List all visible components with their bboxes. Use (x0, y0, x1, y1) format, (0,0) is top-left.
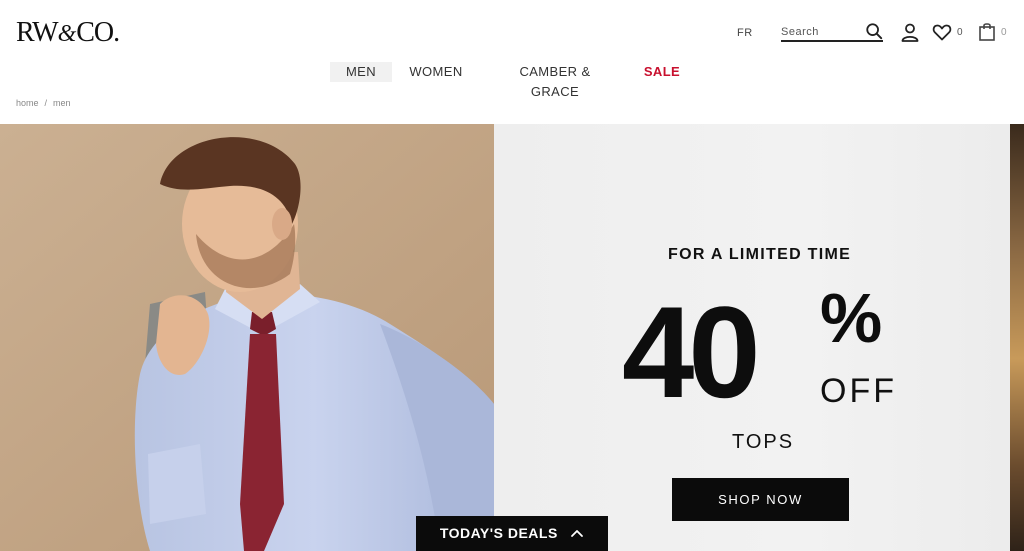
todays-deals-label: TODAY'S DEALS (439, 525, 558, 541)
promo-percent-sign: % (820, 279, 883, 357)
bag-count: 0 (1001, 27, 1007, 38)
breadcrumb-home[interactable]: home (16, 98, 39, 108)
next-slide-peek[interactable] (1010, 124, 1024, 551)
promo-category: TOPS (732, 431, 795, 453)
todays-deals-tab[interactable]: TODAY'S DEALS (416, 516, 608, 551)
logo-text-end: CO. (76, 17, 120, 48)
hero-model-image (0, 124, 494, 551)
main-nav: MEN WOMEN CAMBER & GRACE SALE (0, 62, 1024, 99)
nav-item-camber-grace[interactable]: CAMBER & GRACE (494, 62, 616, 99)
nav-item-men[interactable]: MEN (330, 62, 392, 82)
breadcrumb-separator: / (44, 98, 48, 108)
breadcrumb-men: men (53, 98, 71, 108)
promo-eyebrow: FOR A LIMITED TIME (668, 246, 852, 263)
heart-icon[interactable] (932, 22, 952, 42)
nav-item-women[interactable]: WOMEN (406, 62, 466, 82)
brand-logo[interactable]: RW&CO. (16, 17, 120, 49)
shop-now-button[interactable]: SHOP NOW (672, 478, 849, 521)
search-icon[interactable] (865, 22, 883, 40)
logo-text-main: RW (16, 17, 59, 48)
search-input[interactable] (781, 24, 861, 40)
breadcrumb: home / men (16, 98, 71, 108)
promo-amount: 40 (622, 279, 761, 425)
language-switch[interactable]: FR (737, 27, 753, 39)
wishlist-count: 0 (957, 27, 963, 38)
logo-ampersand: & (57, 21, 77, 47)
user-icon[interactable] (900, 22, 920, 42)
nav-item-sale[interactable]: SALE (643, 62, 681, 82)
promo-off-label: OFF (820, 372, 897, 410)
search-box[interactable] (781, 22, 883, 42)
model-illustration (0, 124, 494, 551)
chevron-up-icon (571, 529, 584, 537)
shopping-bag-icon[interactable] (978, 21, 996, 41)
